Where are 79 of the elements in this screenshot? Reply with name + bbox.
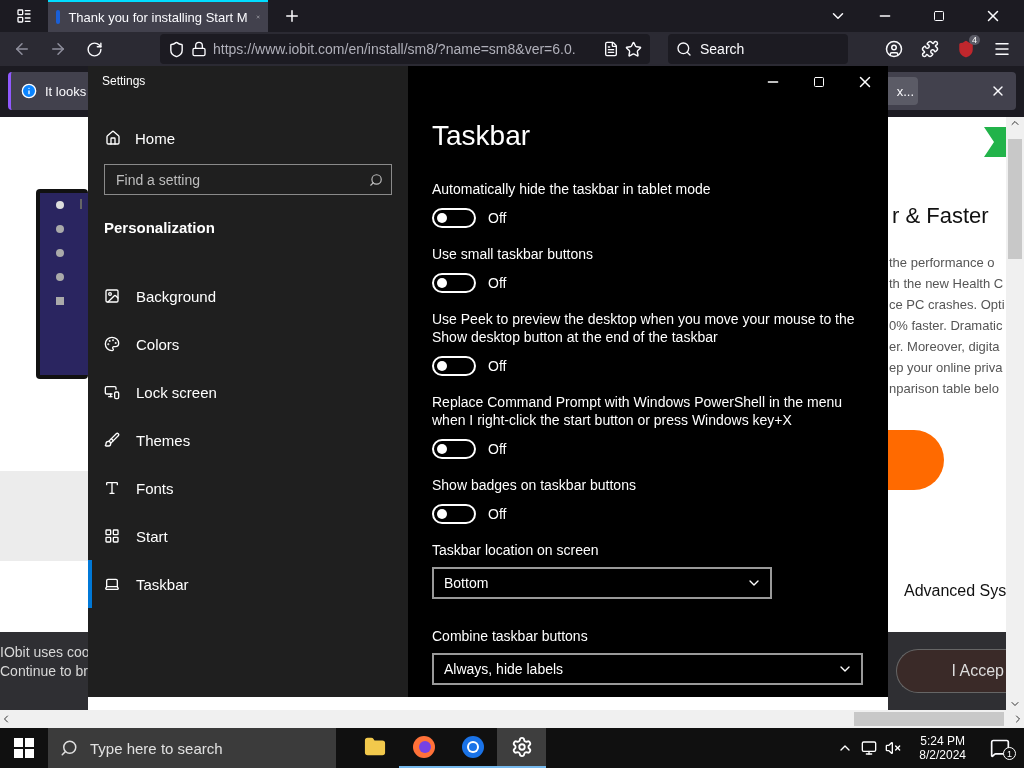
paragraph-text: ce PC crashes. Opti [889,297,1006,312]
paragraph-text: 0% faster. Dramatic [889,318,1004,333]
count-badge: 4 [969,35,980,45]
scrollbar[interactable] [0,710,1024,728]
nav-item[interactable]: Background [88,272,408,320]
toggle-state: Off [488,275,507,291]
nav-item[interactable]: Fonts [88,464,408,512]
setting-label: Combine taskbar buttons [432,627,589,645]
setting-label: Show badges on taskbar buttons [432,476,637,494]
toggle-switch[interactable] [432,356,476,376]
count-badge: 1 [1003,747,1016,760]
accept-button[interactable]: I Accep [896,649,1006,693]
section-title: Personalization [104,219,216,236]
settings-icon [510,736,533,758]
palette-icon [104,336,120,352]
home-icon [105,130,121,146]
notification-button[interactable]: x... [888,77,918,105]
tab-title: Thank you for installing Start M [68,9,248,25]
shield-icon[interactable] [168,40,185,58]
paragraph-text: th the new Health C [889,276,1005,291]
scroll-thumb[interactable] [854,712,1004,726]
search-icon [369,172,383,187]
address-field[interactable]: https://www.iobit.com/en/install/sm8/?name=sm8&ver=6.0. [160,34,650,64]
brush-icon [104,432,120,448]
browser-tab[interactable]: Thank you for installing Start M [48,0,268,32]
font-icon [104,480,120,496]
cta-button[interactable] [888,430,944,490]
clock[interactable]: 5:24 PM 8/2/2024 [909,734,976,762]
setting-label: Use small taskbar buttons [432,245,595,263]
scrollbar[interactable] [1006,117,1024,710]
dropdown[interactable]: Always, hide labels [432,653,863,685]
grid-icon [104,528,120,544]
window-title: Settings [102,74,147,90]
nav-item[interactable]: Lock screen [88,368,408,416]
toggle-state: Off [488,441,507,457]
scroll-thumb[interactable] [1008,138,1022,259]
laptop-icon [104,576,120,592]
dropdown[interactable]: Bottom [432,567,772,599]
nav-item[interactable]: Colors [88,320,408,368]
monitor-icon [104,384,120,400]
search-field[interactable]: Find a setting [104,164,392,195]
toggle-switch[interactable] [432,273,476,293]
notification-text: It looks [45,83,87,99]
browser-icon [411,735,436,759]
nav-item[interactable]: Themes [88,416,408,464]
nav-item[interactable]: Start [88,512,408,560]
taskbar-app[interactable] [497,728,546,768]
image-icon [104,288,120,304]
toggle-switch[interactable] [432,208,476,228]
info-icon [21,83,37,99]
toggle-switch[interactable] [432,439,476,459]
search-field[interactable]: Search [668,34,848,64]
setting-label: Taskbar location on screen [432,541,600,559]
reader-icon[interactable] [603,41,619,57]
paragraph-text: ep your online priva [889,360,1004,375]
toggle-state: Off [488,506,507,522]
paragraph-text: er. Moreover, digita [889,339,1001,354]
taskbar-search[interactable]: Type here to search [48,728,336,768]
network-icon[interactable] [861,740,878,756]
toggle-switch[interactable] [432,504,476,524]
browser-icon [460,735,485,759]
star-icon[interactable] [625,40,642,58]
setting-label: Replace Command Prompt with Windows PowerShell in the menu when I right-click the start button or press Windows key+X [432,393,844,429]
lock-icon[interactable] [191,41,207,57]
folder-icon [363,736,386,758]
page-title: Taskbar [432,120,532,152]
home-item[interactable]: Home [88,114,408,162]
toggle-state: Off [488,210,507,226]
paragraph-text: the performance o [889,255,996,270]
cookie-text: Continue to br [0,663,88,679]
volume-icon[interactable] [885,740,902,756]
paragraph-text: nparison table belo [889,381,1000,396]
search-icon [676,41,692,57]
product-title: Advanced Sys [904,582,1006,600]
setting-label: Automatically hide the taskbar in tablet mode [432,180,712,198]
toggle-state: Off [488,358,507,374]
search-icon [60,739,78,757]
page-heading: r & Faster [892,203,990,229]
setting-label: Use Peek to preview the desktop when you move your mouse to the Show desktop button at the end of the taskbar [432,310,856,346]
